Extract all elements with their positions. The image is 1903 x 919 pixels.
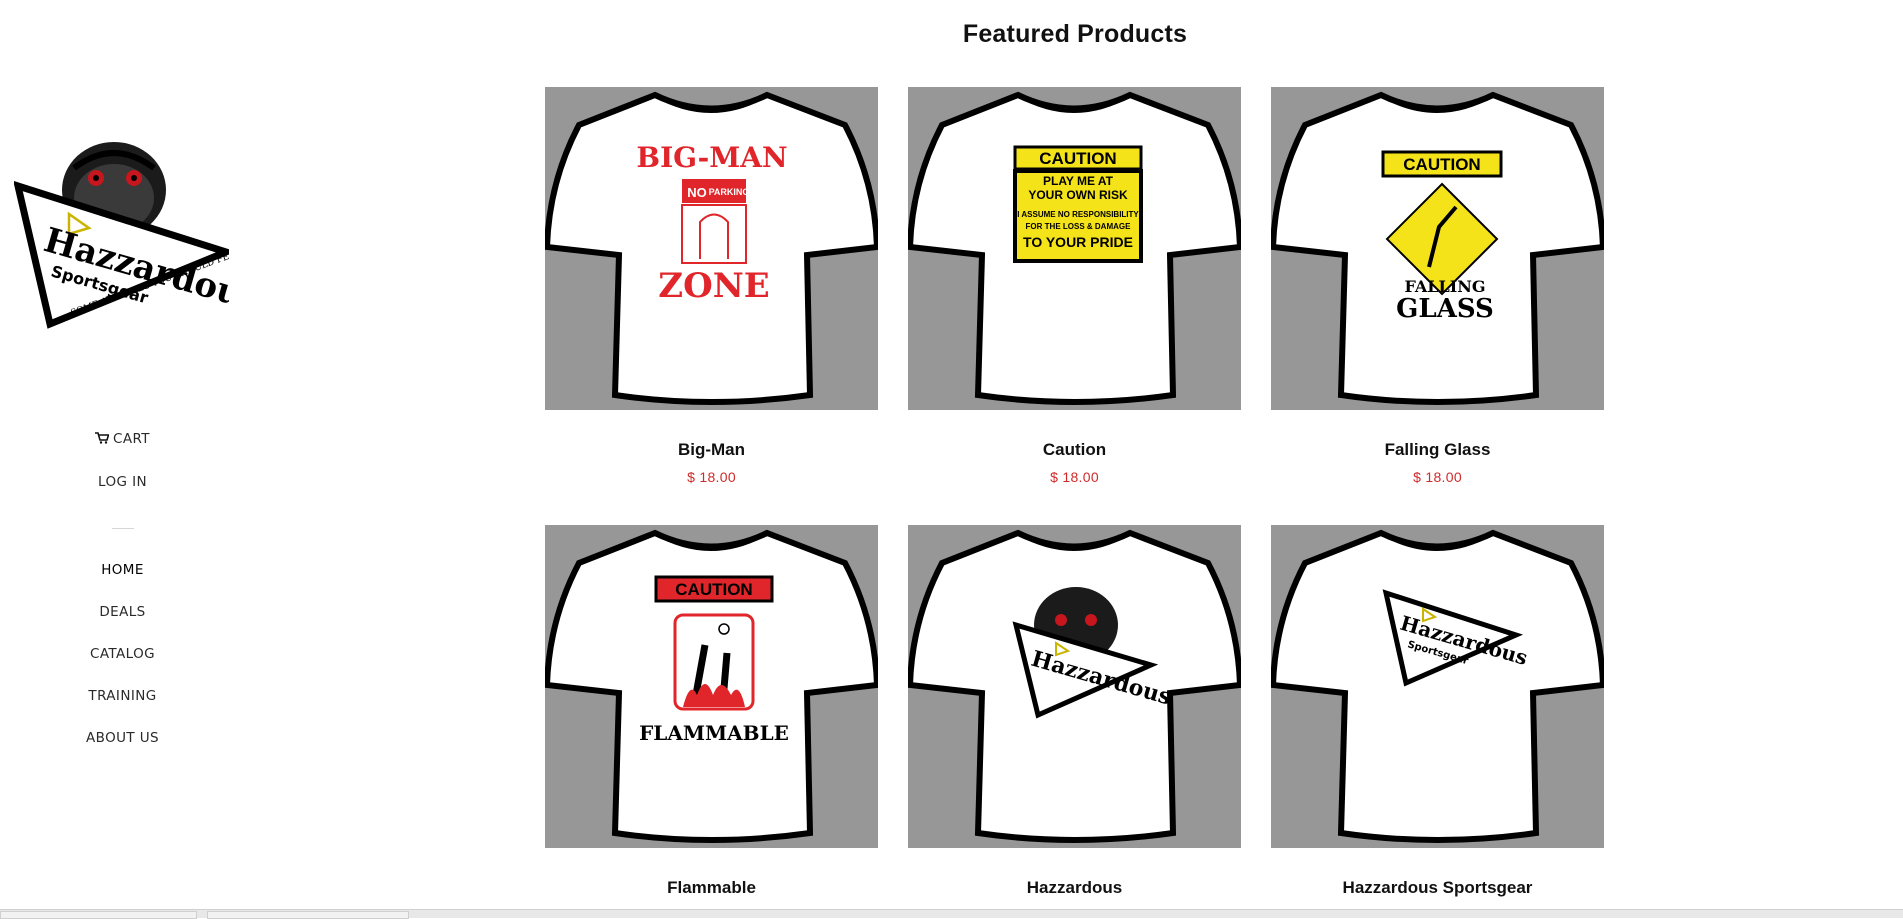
product-image[interactable]: Hazzardous Sportsgear [1271,525,1604,848]
product-image[interactable]: CAUTION PLAY ME AT YOUR OWN RISK I ASSUM… [908,87,1241,410]
product-card: Hazzardous Sportsgear Hazzardous Sportsg… [1271,525,1604,897]
tshirt-graphic: CAUTION FLAMMABLE [545,529,878,843]
tshirt-graphic: Hazzardous Sportsgear [1271,529,1604,843]
nav-divider [112,528,134,529]
product-image[interactable]: BIG-MAN NO PARKING ZONE [545,87,878,410]
svg-text:PARKING: PARKING [709,187,750,197]
svg-text:BIG-MAN: BIG-MAN [636,141,787,174]
featured-title: Featured Products [962,20,1188,48]
svg-text:FLAMMABLE: FLAMMABLE [639,721,789,745]
product-card: CAUTION FLAMMABLE Flammable [545,525,878,897]
cart-label: CART [113,431,150,447]
nav-home[interactable]: HOME [0,562,245,578]
product-name[interactable]: Hazzardous [908,878,1241,898]
product-name[interactable]: Big-Man [545,440,878,460]
tshirt-graphic: BIG-MAN NO PARKING ZONE [545,91,878,405]
horizontal-scrollbar[interactable] [0,909,1903,919]
product-name[interactable]: Hazzardous Sportsgear [1271,878,1604,898]
product-image[interactable]: CAUTION FLAMMABLE [545,525,878,848]
product-image[interactable]: CAUTION FALLING GLASS [1271,87,1604,410]
svg-text:NO: NO [687,185,707,200]
tshirt-graphic: CAUTION PLAY ME AT YOUR OWN RISK I ASSUM… [908,91,1241,405]
tshirt-graphic: CAUTION FALLING GLASS [1271,91,1604,405]
product-card: Hazzardous Hazzardous [908,525,1241,897]
product-name[interactable]: Flammable [545,878,878,898]
nav-training[interactable]: TRAINING [0,688,245,704]
product-price: $ 18.00 [1413,469,1462,485]
svg-text:GLASS: GLASS [1396,294,1494,324]
svg-text:CAUTION: CAUTION [1039,149,1116,168]
login-link[interactable]: LOG IN [0,474,245,490]
product-name[interactable]: Falling Glass [1271,440,1604,460]
product-price: $ 18.00 [1050,469,1099,485]
svg-text:FOR THE LOSS & DAMAGE: FOR THE LOSS & DAMAGE [1026,222,1132,231]
product-card: CAUTION FALLING GLASS Falling Glass $ 18… [1271,87,1604,485]
svg-text:CAUTION: CAUTION [1403,155,1480,174]
svg-text:I ASSUME NO RESPONSIBILITY: I ASSUME NO RESPONSIBILITY [1017,210,1139,219]
brand-logo[interactable]: Hazzardous Sportsgear SOME ATHLETES YOU … [13,128,265,333]
product-price: $ 18.00 [687,469,736,485]
nav-catalog[interactable]: CATALOG [0,646,245,662]
nav-about-us[interactable]: ABOUT US [0,730,245,746]
svg-text:ZONE: ZONE [658,266,769,306]
cart-icon [95,432,110,444]
svg-text:TO YOUR PRIDE: TO YOUR PRIDE [1023,234,1133,250]
tshirt-graphic: Hazzardous [908,529,1241,843]
nav-deals[interactable]: DEALS [0,604,245,620]
svg-text:CAUTION: CAUTION [675,580,752,599]
svg-text:PLAY ME AT: PLAY ME AT [1043,174,1114,188]
product-card: CAUTION PLAY ME AT YOUR OWN RISK I ASSUM… [908,87,1241,485]
svg-text:YOUR OWN RISK: YOUR OWN RISK [1028,188,1128,202]
sidebar: Hazzardous Sportsgear SOME ATHLETES YOU … [0,0,265,918]
product-card: BIG-MAN NO PARKING ZONE Big-Man $ 18.00 [545,87,878,485]
product-name[interactable]: Caution [908,440,1241,460]
product-image[interactable]: Hazzardous [908,525,1241,848]
cart-link[interactable]: CART [0,431,245,447]
